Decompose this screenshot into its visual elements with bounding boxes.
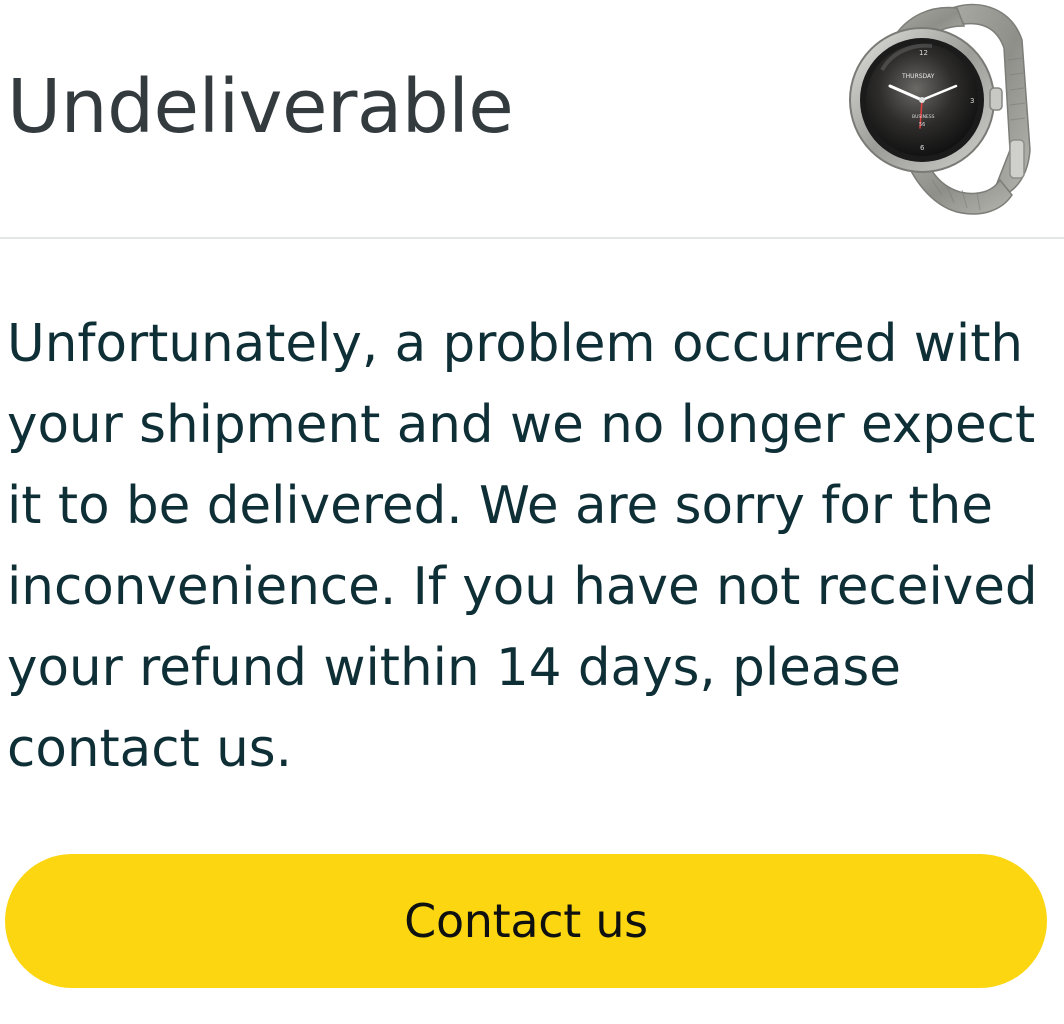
svg-text:THURSDAY: THURSDAY [901, 73, 935, 80]
svg-text:3: 3 [970, 97, 974, 105]
page-header: Undeliverable 12 3 6 THURSDAY BUSINESS 5… [0, 0, 1064, 237]
product-image[interactable]: 12 3 6 THURSDAY BUSINESS 56 [832, 0, 1032, 222]
contact-us-label: Contact us [404, 894, 648, 948]
page-title: Undeliverable [7, 64, 514, 150]
undeliverable-message: Unfortunately, a problem occurred with y… [7, 314, 1038, 779]
smartwatch-icon: 12 3 6 THURSDAY BUSINESS 56 [849, 3, 1031, 215]
svg-text:BUSINESS: BUSINESS [912, 114, 935, 120]
contact-us-button[interactable]: Contact us [5, 854, 1047, 988]
header-divider [0, 237, 1064, 239]
svg-text:6: 6 [920, 144, 925, 152]
svg-text:12: 12 [919, 49, 928, 57]
svg-text:56: 56 [919, 122, 925, 128]
